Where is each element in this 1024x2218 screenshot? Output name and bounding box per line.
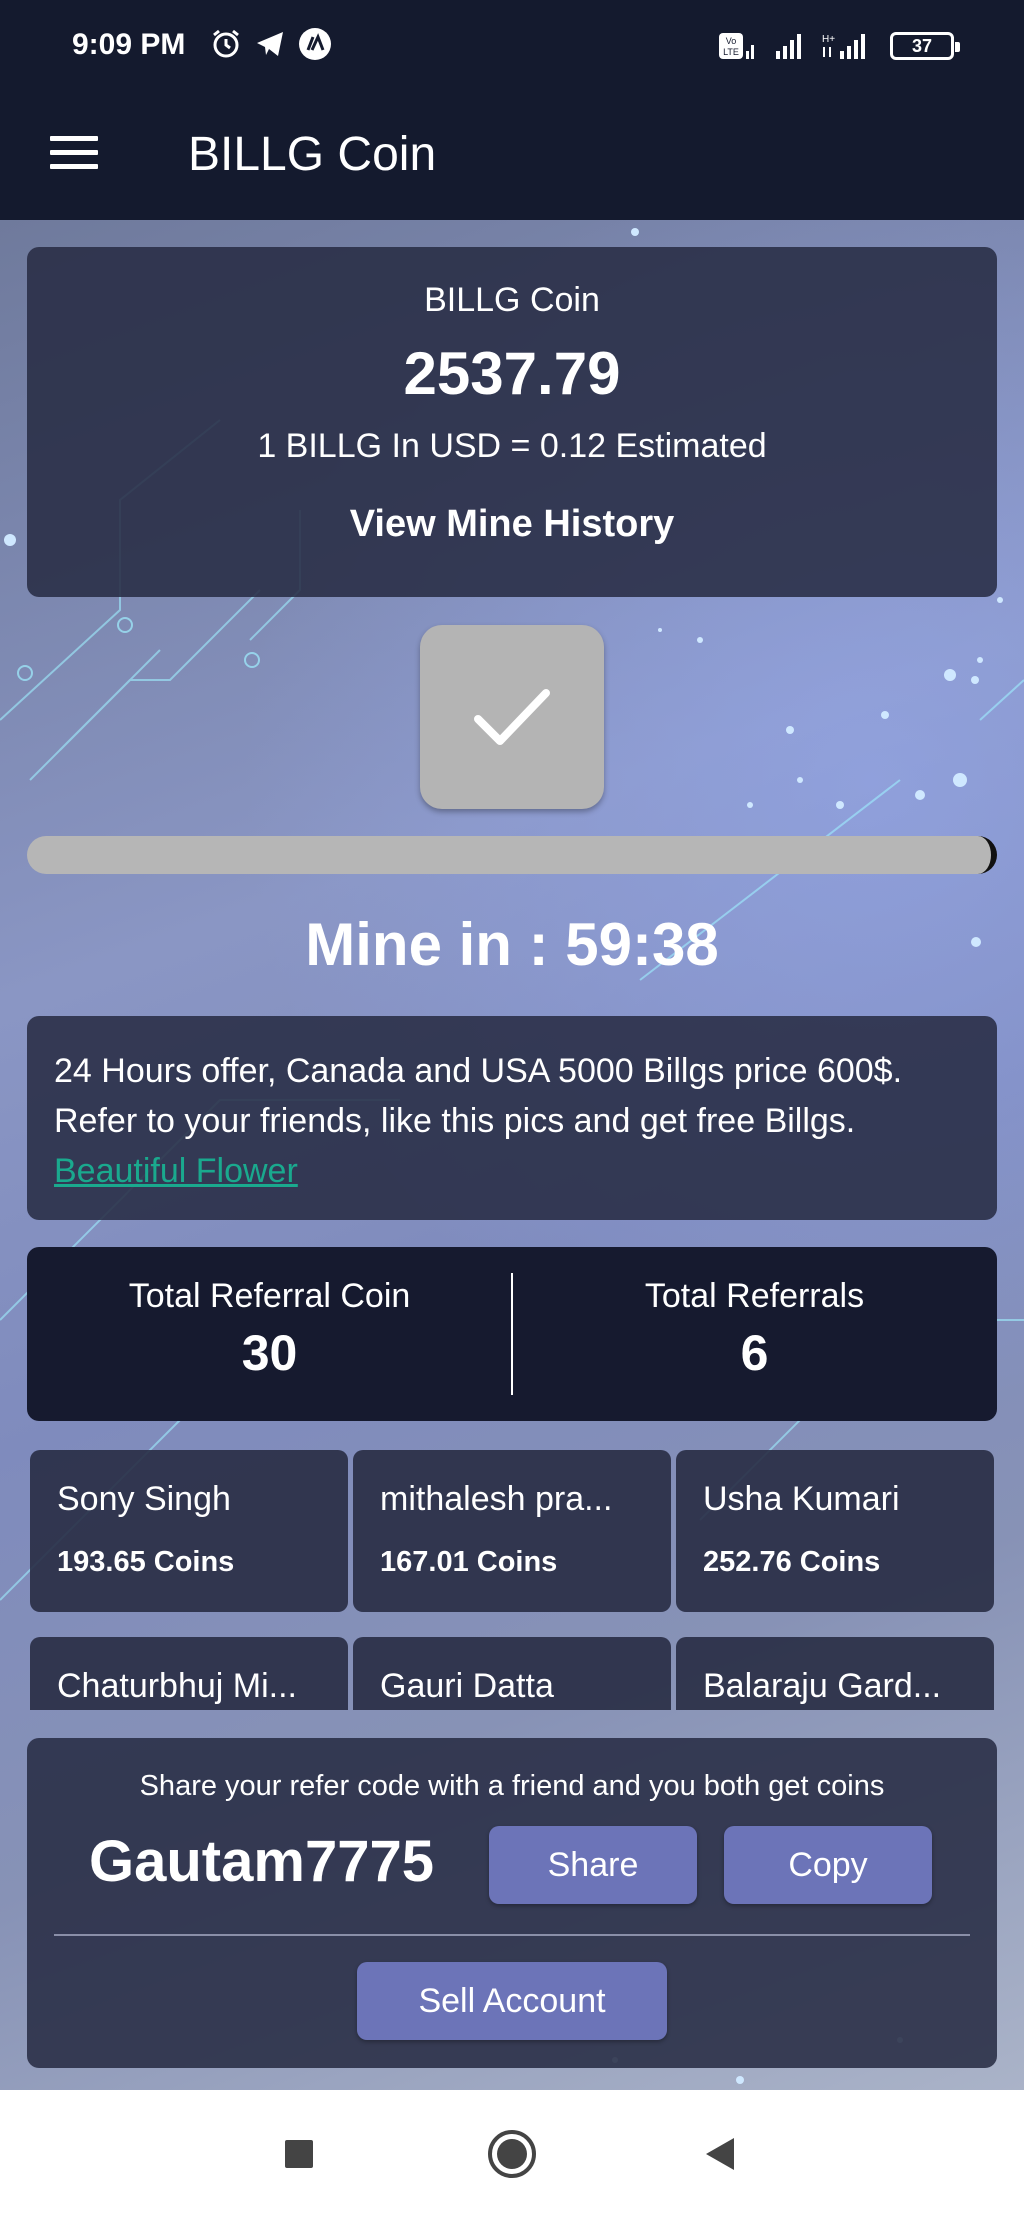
total-referral-coin-label: Total Referral Coin xyxy=(128,1277,411,1315)
status-bar: 9:09 PM Vo LTE H+ 37 xyxy=(0,0,1024,90)
balance-title: BILLG Coin xyxy=(424,281,600,319)
back-triangle-icon[interactable] xyxy=(690,2124,750,2184)
alarm-icon xyxy=(210,28,242,60)
share-instructions: Share your refer code with a friend and … xyxy=(139,1770,885,1802)
svg-text:Vo: Vo xyxy=(726,36,737,46)
balance-value: 2537.79 xyxy=(403,340,621,407)
offer-card: 24 Hours offer, Canada and USA 5000 Bill… xyxy=(27,1016,997,1220)
status-time: 9:09 PM xyxy=(72,28,186,61)
offer-text: 24 Hours offer, Canada and USA 5000 Bill… xyxy=(54,1046,974,1196)
referral-card[interactable]: Chaturbhuj Mi... xyxy=(30,1637,348,1710)
checkmark-icon xyxy=(474,689,550,745)
referral-list[interactable]: Sony Singh 193.65 Coins mithalesh pra...… xyxy=(27,1447,997,1710)
svg-text:LTE: LTE xyxy=(723,47,739,57)
referral-name: Usha Kumari xyxy=(703,1480,900,1518)
referral-card[interactable]: Gauri Datta xyxy=(353,1637,671,1710)
referral-name: Gauri Datta xyxy=(380,1667,554,1705)
usd-rate: 1 BILLG In USD = 0.12 Estimated xyxy=(257,427,767,465)
share-divider xyxy=(54,1934,970,1936)
referral-stats-card: Total Referral Coin 30 Total Referrals 6 xyxy=(27,1247,997,1421)
sell-account-button[interactable]: Sell Account xyxy=(357,1962,667,2040)
total-referrals: Total Referrals 6 xyxy=(512,1277,997,1382)
referral-coins: 252.76 Coins xyxy=(703,1546,881,1578)
home-circle-icon[interactable] xyxy=(482,2124,542,2184)
status-icons-left xyxy=(210,28,332,60)
status-icons-right: Vo LTE H+ 37 xyxy=(718,30,960,62)
referral-card[interactable]: mithalesh pra... 167.01 Coins xyxy=(353,1450,671,1612)
mining-progress-bar xyxy=(27,836,997,874)
referral-coins: 167.01 Coins xyxy=(380,1546,558,1578)
referral-name: Chaturbhuj Mi... xyxy=(57,1667,297,1705)
recents-square-icon[interactable] xyxy=(269,2124,329,2184)
referral-card[interactable]: Usha Kumari 252.76 Coins xyxy=(676,1450,994,1612)
referral-name: Balaraju Gard... xyxy=(703,1667,942,1705)
referral-card[interactable]: Balaraju Gard... xyxy=(676,1637,994,1710)
app-bar: BILLG Coin xyxy=(0,90,1024,220)
referral-name: mithalesh pra... xyxy=(380,1480,613,1518)
hamburger-menu-icon[interactable] xyxy=(44,124,104,184)
app-title: BILLG Coin xyxy=(188,128,437,181)
view-mine-history-link[interactable]: View Mine History xyxy=(27,503,997,546)
telegram-icon xyxy=(254,28,286,60)
share-card: Share your refer code with a friend and … xyxy=(27,1738,997,2068)
offer-message: 24 Hours offer, Canada and USA 5000 Bill… xyxy=(54,1052,903,1140)
balance-card: BILLG Coin 2537.79 1 BILLG In USD = 0.12… xyxy=(27,247,997,597)
volte-icon: Vo LTE xyxy=(718,30,758,62)
battery-icon: 37 xyxy=(890,32,960,60)
mine-timer: Mine in : 59:38 xyxy=(305,911,719,978)
refer-code: Gautam7775 xyxy=(89,1829,434,1894)
svg-text:H+: H+ xyxy=(822,34,835,45)
navigation-bar xyxy=(0,2090,1024,2218)
total-referrals-value: 6 xyxy=(740,1325,769,1381)
copy-button[interactable]: Copy xyxy=(724,1826,932,1904)
main-content[interactable]: BILLG Coin 2537.79 1 BILLG In USD = 0.12… xyxy=(0,220,1024,2090)
app-notification-icon xyxy=(298,28,332,60)
total-referral-coin-value: 30 xyxy=(241,1325,298,1381)
share-button[interactable]: Share xyxy=(489,1826,697,1904)
total-referrals-label: Total Referrals xyxy=(644,1277,865,1315)
referral-name: Sony Singh xyxy=(57,1480,231,1518)
offer-link[interactable]: Beautiful Flower xyxy=(54,1152,298,1190)
referral-card[interactable]: Sony Singh 193.65 Coins xyxy=(30,1450,348,1612)
mine-button[interactable] xyxy=(420,625,604,809)
hplus-signal-icon: H+ xyxy=(820,30,874,62)
referral-coins: 193.65 Coins xyxy=(57,1546,235,1578)
signal-icon xyxy=(774,30,804,62)
total-referral-coin: Total Referral Coin 30 xyxy=(27,1277,512,1382)
